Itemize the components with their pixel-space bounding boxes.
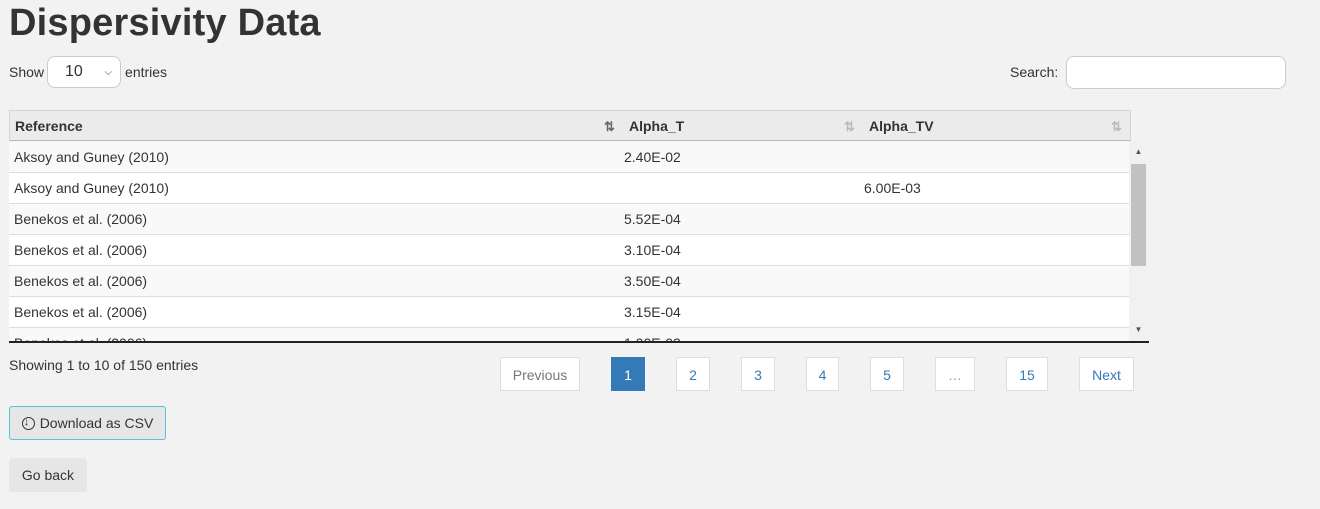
table-bottom-border xyxy=(9,341,1149,343)
cell-alpha-t: 5.52E-04 xyxy=(624,211,681,227)
cell-reference: Benekos et al. (2006) xyxy=(14,273,148,289)
chevron-down-icon: ⌵ xyxy=(104,66,113,78)
table-header: Reference ⇅ Alpha_T ⇅ Alpha_TV ⇅ xyxy=(9,110,1131,141)
table-row[interactable]: Aksoy and Guney (2010) 2.40E-02 xyxy=(9,142,1129,173)
entries-per-page-select[interactable]: 10 ⌵ xyxy=(47,56,122,88)
go-back-button[interactable]: Go back xyxy=(9,458,87,492)
cell-alpha-t: 2.40E-02 xyxy=(624,149,681,165)
entries-per-page-value: 10 xyxy=(65,63,83,80)
page-button-1[interactable]: 1 xyxy=(611,357,645,391)
table-row[interactable]: Benekos et al. (2006) 3.10E-04 xyxy=(9,235,1129,266)
page-button-2[interactable]: 2 xyxy=(676,357,710,391)
scroll-up-arrow-icon[interactable]: ▲ xyxy=(1129,144,1148,160)
column-header-alpha-t[interactable]: Alpha_T xyxy=(629,111,684,142)
page-length-control: Show 10 ⌵ entries xyxy=(9,56,167,88)
page-button-4[interactable]: 4 xyxy=(806,357,839,391)
sort-arrows-icon[interactable]: ⇅ xyxy=(1111,111,1122,142)
column-header-reference[interactable]: Reference xyxy=(15,111,83,142)
table-info: Showing 1 to 10 of 150 entries xyxy=(9,357,199,373)
data-table: Reference ⇅ Alpha_T ⇅ Alpha_TV ⇅ Aksoy a… xyxy=(9,110,1149,343)
sort-arrows-icon[interactable]: ⇅ xyxy=(844,111,855,142)
search-input[interactable] xyxy=(1066,55,1287,89)
cell-reference: Aksoy and Guney (2010) xyxy=(14,180,169,196)
cell-reference: Benekos et al. (2006) xyxy=(14,304,148,320)
table-body: Aksoy and Guney (2010) 2.40E-02 Aksoy an… xyxy=(9,142,1129,343)
search-control: Search: xyxy=(1010,55,1287,89)
table-row[interactable]: Benekos et al. (2006) 5.52E-04 xyxy=(9,204,1129,235)
entries-label: entries xyxy=(125,64,168,80)
scroll-down-arrow-icon[interactable]: ▼ xyxy=(1129,322,1148,338)
search-label: Search: xyxy=(1010,64,1059,80)
table-scrollbar[interactable]: ▲ ▼ xyxy=(1129,142,1148,340)
table-row[interactable]: Benekos et al. (2006) 3.15E-04 xyxy=(9,297,1129,328)
page-button-3[interactable]: 3 xyxy=(741,357,775,391)
page-title: Dispersivity Data xyxy=(9,2,321,44)
column-header-alpha-tv[interactable]: Alpha_TV xyxy=(869,111,934,142)
table-row[interactable]: Aksoy and Guney (2010) 6.00E-03 xyxy=(9,173,1129,204)
cell-alpha-tv: 6.00E-03 xyxy=(864,180,921,196)
cell-alpha-t: 3.15E-04 xyxy=(624,304,681,320)
previous-page-button[interactable]: Previous xyxy=(500,357,580,391)
sort-ascending-icon[interactable]: ⇅ xyxy=(604,111,615,142)
cell-reference: Benekos et al. (2006) xyxy=(14,211,148,227)
scrollbar-thumb[interactable] xyxy=(1131,164,1146,266)
page-button-15[interactable]: 15 xyxy=(1006,357,1048,391)
next-page-button[interactable]: Next xyxy=(1079,357,1134,391)
cell-alpha-t: 3.10E-04 xyxy=(624,242,681,258)
download-csv-label: Download as CSV xyxy=(39,415,154,431)
cell-reference: Aksoy and Guney (2010) xyxy=(14,149,169,165)
download-csv-button[interactable]: Download as CSV xyxy=(9,406,166,440)
show-label: Show xyxy=(9,64,45,80)
page-button-5[interactable]: 5 xyxy=(870,357,904,391)
download-circle-icon xyxy=(21,415,35,430)
cell-alpha-t: 3.50E-04 xyxy=(624,273,681,289)
table-row[interactable]: Benekos et al. (2006) 3.50E-04 xyxy=(9,266,1129,297)
cell-reference: Benekos et al. (2006) xyxy=(14,242,148,258)
page-ellipsis: … xyxy=(935,357,975,391)
